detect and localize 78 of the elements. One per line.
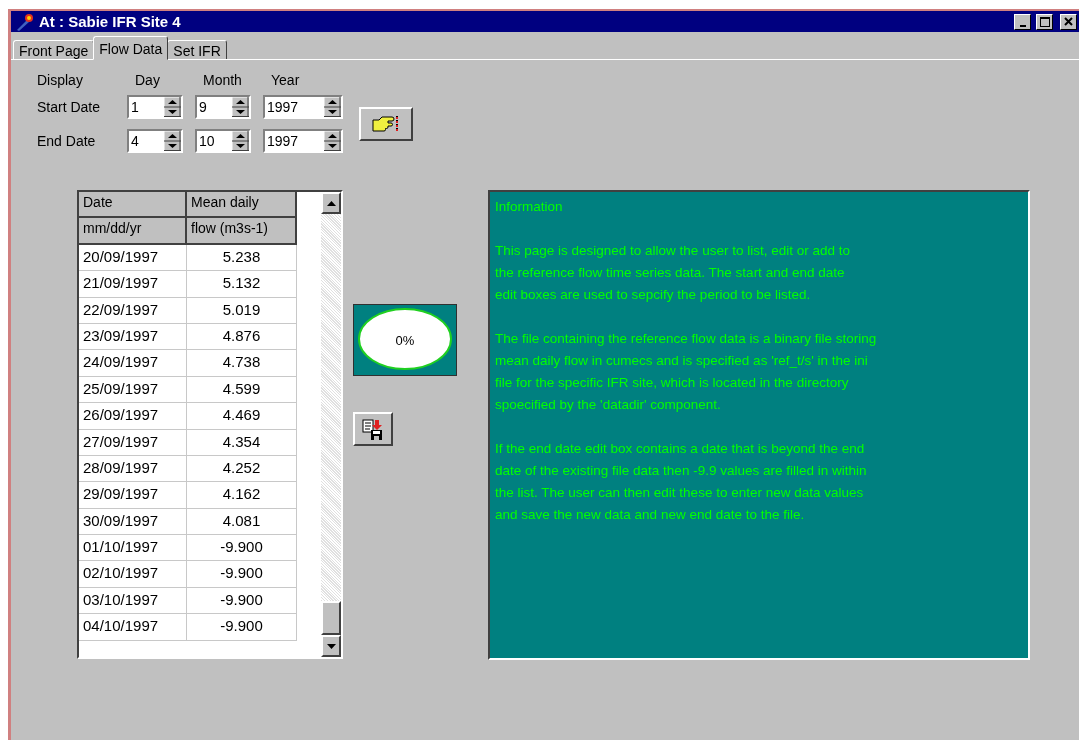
table-cell: 24/09/1997	[79, 350, 187, 377]
spin-arrows-icon[interactable]	[324, 131, 341, 151]
table-cell: 20/09/1997	[79, 244, 187, 272]
table-cell: 30/09/1997	[79, 508, 187, 536]
spin-field[interactable]: 10	[195, 129, 251, 153]
info-paragraph: This page is designed to allow the user to list, edit or add to the reference flow time series data. The start and end date edit boxes are used to sepcify the period to be listed.	[495, 242, 851, 304]
info-heading: Information	[495, 198, 564, 216]
info-paragraph: The file containing the reference flow data is a binary file storing mean daily flow in cumecs and is specified as 'ref_t/s' in the ini file for the specific IFR site, which is located in the directory spoecified by the 'datadir' component.	[495, 330, 878, 414]
table-cell: 4.469	[187, 403, 297, 430]
table-cell: 5.238	[187, 244, 297, 272]
column-label: Year	[270, 72, 301, 88]
tab[interactable]: Flow Data	[93, 36, 169, 60]
spin-arrows-icon[interactable]	[164, 97, 181, 117]
scroll-down-button[interactable]	[321, 635, 341, 657]
spin-arrows-icon[interactable]	[164, 131, 181, 151]
column-header[interactable]: mm/dd/yr	[79, 218, 187, 245]
maximize-icon	[1039, 16, 1050, 27]
table-cell: 4.081	[187, 508, 297, 536]
spin-field[interactable]: 1	[127, 95, 183, 119]
table-cell: 03/10/1997	[79, 587, 187, 615]
table-cell: 04/10/1997	[79, 614, 187, 641]
torch-icon	[15, 12, 35, 31]
table-cell: 5.019	[187, 297, 297, 324]
close-icon	[1064, 17, 1073, 26]
pointing-hand-icon	[371, 114, 401, 134]
spin-arrows-icon[interactable]	[232, 97, 249, 117]
table-cell: 5.132	[187, 271, 297, 298]
save-icon	[362, 418, 384, 440]
table-cell: -9.900	[187, 535, 297, 562]
spin-field[interactable]: 1997	[263, 95, 343, 119]
table-cell: 02/10/1997	[79, 561, 187, 588]
table-cell: -9.900	[187, 587, 297, 615]
up-arrow-icon	[326, 200, 336, 206]
scroll-up-button[interactable]	[321, 192, 341, 214]
table-cell: 4.876	[187, 323, 297, 351]
down-arrow-icon	[326, 643, 336, 649]
table-cell: 25/09/1997	[79, 376, 187, 404]
spin-field[interactable]: 4	[127, 129, 183, 153]
spin-field[interactable]: 9	[195, 95, 251, 119]
table-cell: 4.599	[187, 376, 297, 404]
tab[interactable]: Front Page	[13, 40, 95, 60]
tab[interactable]: Set IFR	[167, 40, 227, 60]
table-cell: 27/09/1997	[79, 429, 187, 456]
close-button[interactable]	[1060, 13, 1077, 30]
spin-field[interactable]: 1997	[263, 129, 343, 153]
list-button[interactable]	[359, 107, 413, 141]
table-cell: -9.900	[187, 561, 297, 588]
column-label: Day	[134, 72, 161, 88]
progress-reading: 0%	[395, 332, 415, 348]
table-cell: 4.252	[187, 455, 297, 483]
column-label: Display	[37, 72, 84, 88]
table-cell: 29/09/1997	[79, 482, 187, 509]
scroll-thumb[interactable]	[321, 601, 341, 635]
table-cell: 01/10/1997	[79, 535, 187, 562]
column-header[interactable]: flow (m3s-1)	[187, 218, 297, 245]
table-cell: 23/09/1997	[79, 323, 187, 351]
table-cell: 4.738	[187, 350, 297, 377]
table-cell: 22/09/1997	[79, 297, 187, 324]
spin-arrows-icon[interactable]	[324, 97, 341, 117]
column-label: Month	[202, 72, 243, 88]
table-cell: 26/09/1997	[79, 403, 187, 430]
spin-arrows-icon[interactable]	[232, 131, 249, 151]
save-button[interactable]	[353, 412, 393, 446]
table-cell: 21/09/1997	[79, 271, 187, 298]
info-paragraph: If the end date edit box contains a date that is beyond the end date of the existing file data then -9.9 values are filled in within the list. The user can then edit these to enter new data values and save the new data and new end date to the file.	[495, 440, 868, 524]
table-cell: -9.900	[187, 614, 297, 641]
column-header[interactable]: Mean daily	[187, 192, 297, 219]
window-title: At : Sabie IFR Site 4	[39, 13, 182, 30]
maximize-button[interactable]	[1036, 13, 1053, 30]
minimize-icon	[1019, 24, 1026, 27]
table-cell: 28/09/1997	[79, 455, 187, 483]
minimize-button[interactable]	[1014, 13, 1031, 30]
field-label: End Date	[37, 133, 97, 149]
scroll-bar[interactable]	[321, 192, 341, 657]
field-label: Start Date	[37, 99, 102, 115]
column-header[interactable]: Date	[79, 192, 187, 219]
table-cell: 4.162	[187, 482, 297, 509]
table-cell: 4.354	[187, 429, 297, 456]
